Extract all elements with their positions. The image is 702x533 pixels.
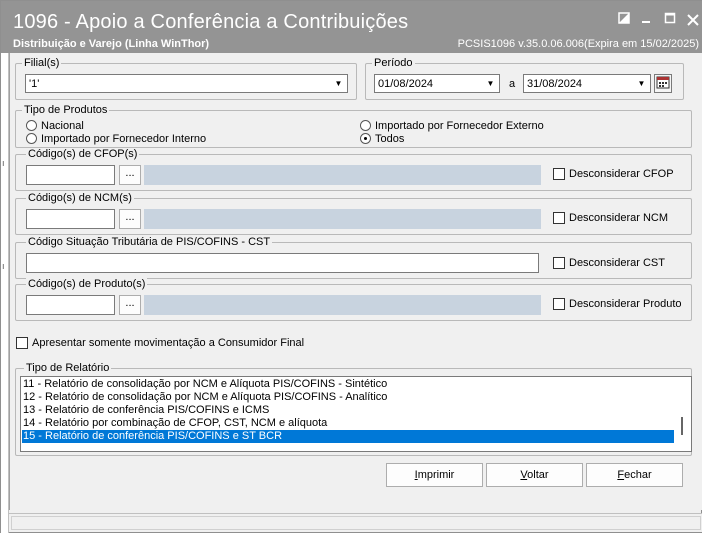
- cfop-lookup-button[interactable]: ...: [119, 165, 141, 185]
- cst-label: Código Situação Tributária de PIS/COFINS…: [26, 236, 273, 248]
- version-label: PCSIS1096 v.35.0.06.006(Expira em 15/02/…: [457, 38, 699, 50]
- radio-nacional[interactable]: [26, 120, 37, 131]
- ncm-group: Código(s) de NCM(s) ... Desconsiderar NC…: [15, 192, 692, 235]
- periodo-start-date[interactable]: 01/08/2024 ▼: [374, 74, 500, 93]
- filial-group: Filial(s) '1' ▼: [15, 57, 357, 100]
- chevron-down-icon[interactable]: ▼: [483, 76, 498, 91]
- status-panel: [11, 516, 701, 530]
- periodo-label: Período: [372, 57, 415, 69]
- periodo-group: Período 01/08/2024 ▼ a 31/08/2024 ▼: [365, 57, 684, 100]
- status-bar: [9, 513, 702, 532]
- calendar-icon[interactable]: [654, 74, 672, 93]
- chevron-down-icon[interactable]: ▼: [634, 76, 649, 91]
- tipo-relatorio-label: Tipo de Relatório: [24, 362, 112, 374]
- radio-todos-label: Todos: [375, 133, 405, 145]
- filial-value: '1': [29, 78, 40, 90]
- cfop-group: Código(s) de CFOP(s) ... Desconsiderar C…: [15, 148, 692, 191]
- left-edge-stub: ı ı: [1, 53, 9, 533]
- produto-lookup-button[interactable]: ...: [119, 295, 141, 315]
- list-item[interactable]: 11 - Relatório de consolidação por NCM e…: [22, 378, 674, 391]
- list-item[interactable]: 13 - Relatório de conferência PIS/COFINS…: [22, 404, 674, 417]
- periodo-separator: a: [509, 78, 516, 90]
- radio-importado-interno[interactable]: [26, 133, 37, 144]
- voltar-button[interactable]: Voltar: [486, 463, 583, 487]
- periodo-end-date[interactable]: 31/08/2024 ▼: [523, 74, 651, 93]
- desconsiderar-cst-label: Desconsiderar CST: [569, 257, 665, 269]
- cst-group: Código Situação Tributária de PIS/COFINS…: [15, 236, 692, 279]
- cfop-input[interactable]: [26, 165, 115, 185]
- tipo-produtos-group: Tipo de Produtos Nacional Importado por …: [15, 104, 692, 148]
- radio-importado-externo-label: Importado por Fornecedor Externo: [375, 120, 544, 132]
- ncm-lookup-button[interactable]: ...: [119, 209, 141, 229]
- window-subtitle: Distribuição e Varejo (Linha WinThor): [13, 38, 210, 50]
- imprimir-label: mprimir: [417, 469, 455, 481]
- form-body: Filial(s) '1' ▼ Período 01/08/2024 ▼ a 3…: [9, 53, 702, 510]
- desconsiderar-cfop-checkbox[interactable]: [553, 168, 565, 180]
- desconsiderar-ncm-checkbox[interactable]: [553, 212, 565, 224]
- close-icon[interactable]: [684, 11, 702, 29]
- tipo-produtos-label: Tipo de Produtos: [22, 104, 110, 116]
- desconsiderar-ncm-label: Desconsiderar NCM: [569, 212, 669, 224]
- consumidor-final-checkbox[interactable]: [16, 337, 28, 349]
- left-stub-mark: ı: [2, 261, 5, 271]
- chevron-down-icon[interactable]: ▼: [331, 76, 346, 91]
- periodo-start-value: 01/08/2024: [378, 78, 434, 90]
- maximize-icon[interactable]: [661, 11, 679, 29]
- ncm-label: Código(s) de NCM(s): [26, 192, 134, 204]
- radio-importado-externo[interactable]: [360, 120, 371, 131]
- list-item[interactable]: 14 - Relatório por combinação de CFOP, C…: [22, 417, 674, 430]
- minimize-icon[interactable]: [637, 11, 655, 29]
- desconsiderar-produto-label: Desconsiderar Produto: [569, 298, 682, 310]
- produto-label: Código(s) de Produto(s): [26, 278, 148, 290]
- radio-nacional-label: Nacional: [41, 120, 84, 132]
- title-bar[interactable]: 1096 - Apoio a Conferência a Contribuiçõ…: [1, 1, 702, 53]
- produto-input[interactable]: [26, 295, 115, 315]
- list-item-selected[interactable]: 15 - Relatório de conferência PIS/COFINS…: [22, 430, 674, 443]
- radio-importado-interno-label: Importado por Fornecedor Interno: [41, 133, 207, 145]
- produto-group: Código(s) de Produto(s) ... Desconsidera…: [15, 278, 692, 321]
- left-stub-mark: ı: [2, 158, 5, 168]
- radio-todos[interactable]: [360, 133, 371, 144]
- fechar-label: echar: [624, 469, 652, 481]
- desconsiderar-cst-checkbox[interactable]: [553, 257, 565, 269]
- ncm-input[interactable]: [26, 209, 115, 229]
- desconsiderar-produto-checkbox[interactable]: [553, 298, 565, 310]
- filial-combo[interactable]: '1' ▼: [25, 74, 348, 93]
- imprimir-button[interactable]: Imprimir: [386, 463, 483, 487]
- cfop-description-field: [144, 165, 541, 185]
- desconsiderar-cfop-label: Desconsiderar CFOP: [569, 168, 674, 180]
- filial-label: Filial(s): [22, 57, 62, 69]
- window-title: 1096 - Apoio a Conferência a Contribuiçõ…: [13, 11, 409, 33]
- produto-description-field: [144, 295, 541, 315]
- list-item[interactable]: 12 - Relatório de consolidação por NCM e…: [22, 391, 674, 404]
- voltar-label: oltar: [527, 469, 549, 481]
- ncm-description-field: [144, 209, 541, 229]
- restore-icon[interactable]: [615, 11, 633, 29]
- report-type-list[interactable]: 11 - Relatório de consolidação por NCM e…: [20, 376, 692, 452]
- cst-input[interactable]: [26, 253, 539, 273]
- periodo-end-value: 31/08/2024: [527, 78, 583, 90]
- cfop-label: Código(s) de CFOP(s): [26, 148, 140, 160]
- list-scrollbar[interactable]: [681, 417, 683, 435]
- main-window: 1096 - Apoio a Conferência a Contribuiçõ…: [0, 0, 702, 533]
- consumidor-final-label: Apresentar somente movimentação a Consum…: [32, 337, 305, 349]
- fechar-button[interactable]: Fechar: [586, 463, 683, 487]
